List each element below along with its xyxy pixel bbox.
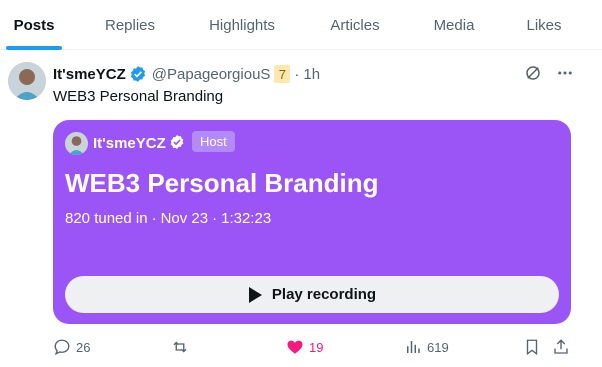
host-name: It'smeYCZ <box>93 134 187 152</box>
tweet-header-actions <box>524 64 574 82</box>
tweet-actions: 26 19 619 <box>53 336 571 358</box>
view-count: 619 <box>427 339 449 355</box>
bookmark-icon <box>523 338 541 356</box>
like-button[interactable]: 19 <box>286 336 323 358</box>
grok-icon[interactable] <box>524 64 542 82</box>
reply-button[interactable]: 26 <box>53 336 90 358</box>
tab-highlights[interactable]: Highlights <box>196 0 288 50</box>
reply-count: 26 <box>76 339 91 355</box>
heart-icon <box>286 338 304 356</box>
tab-label: Media <box>433 16 475 34</box>
space-title: WEB3 Personal Branding <box>65 168 379 198</box>
views-button[interactable]: 619 <box>404 336 449 358</box>
tab-label: Replies <box>104 16 156 34</box>
display-name[interactable]: It'smeYCZ <box>53 66 126 83</box>
tab-label: Highlights <box>209 16 275 34</box>
emoji-badge: 7 <box>274 65 291 83</box>
share-button[interactable] <box>552 336 570 358</box>
tab-posts[interactable]: Posts <box>0 0 68 50</box>
host-badge: Host <box>192 131 235 152</box>
timestamp[interactable]: 1h <box>303 66 320 83</box>
tab-label: Likes <box>526 16 562 34</box>
share-icon <box>552 338 570 356</box>
analytics-icon <box>404 338 422 356</box>
more-icon[interactable] <box>556 64 574 82</box>
bookmark-button[interactable] <box>523 336 541 358</box>
space-meta: 820 tuned in · Nov 23 · 1:32:23 <box>65 210 271 227</box>
host-avatar <box>65 132 88 155</box>
repost-button[interactable] <box>170 336 195 358</box>
tab-likes[interactable]: Likes <box>520 0 568 50</box>
tab-articles[interactable]: Articles <box>320 0 390 50</box>
separator: · <box>151 210 157 227</box>
tuned-in-count: 820 tuned in <box>65 210 148 227</box>
space-date: Nov 23 <box>160 210 209 227</box>
space-duration: 1:32:23 <box>221 210 272 227</box>
profile-tabs: Posts Replies Highlights Articles Media … <box>0 0 602 50</box>
avatar[interactable] <box>8 62 46 100</box>
verified-badge-icon <box>169 134 187 152</box>
tab-media[interactable]: Media <box>426 0 482 50</box>
play-recording-label: Play recording <box>271 286 377 303</box>
active-tab-indicator <box>6 46 62 50</box>
handle[interactable]: @PapageorgiouS <box>152 66 271 83</box>
space-card[interactable]: It'smeYCZ Host WEB3 Personal Branding 82… <box>53 120 571 324</box>
tab-label: Posts <box>13 16 55 34</box>
tab-replies[interactable]: Replies <box>92 0 168 50</box>
tweet-text: WEB3 Personal Branding <box>53 88 224 105</box>
play-recording-button[interactable]: Play recording <box>65 276 559 313</box>
repost-icon <box>170 338 190 356</box>
separator: · <box>294 65 300 83</box>
host-name-text: It'smeYCZ <box>93 134 166 152</box>
tweet-header: It'smeYCZ @PapageorgiouS 7 · 1h <box>53 64 320 84</box>
verified-badge-icon <box>129 65 147 83</box>
play-icon <box>248 286 262 303</box>
tab-label: Articles <box>330 16 380 34</box>
reply-icon <box>53 338 71 356</box>
separator: · <box>212 210 218 227</box>
like-count: 19 <box>309 339 324 355</box>
